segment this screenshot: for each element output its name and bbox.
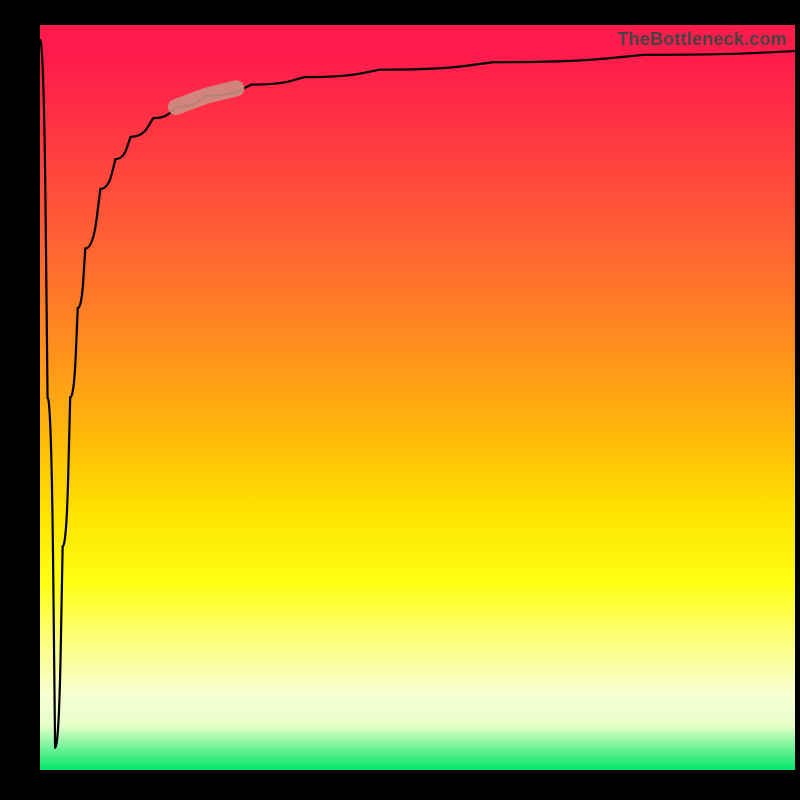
curve-svg [40,25,795,770]
bottleneck-curve [40,40,795,748]
chart-frame: TheBottleneck.com [0,0,800,800]
attribution-label: TheBottleneck.com [618,29,787,50]
plot-area: TheBottleneck.com [40,25,795,770]
highlight-marker [176,88,236,107]
